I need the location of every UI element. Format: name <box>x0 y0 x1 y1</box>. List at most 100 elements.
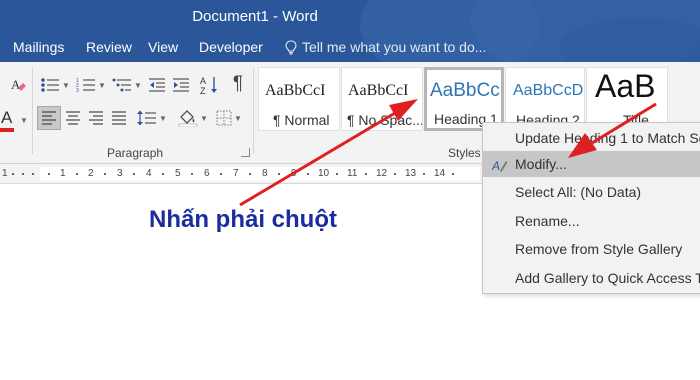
paragraph-group-label: Paragraph <box>107 146 164 160</box>
menu-item-update-heading[interactable]: Update Heading 1 to Match Se <box>483 125 700 151</box>
borders-button[interactable]: ▼ <box>212 106 246 130</box>
ruler-dot <box>162 173 164 175</box>
chevron-down-icon: ▼ <box>234 113 242 123</box>
increase-indent-icon <box>173 78 189 92</box>
align-left-button[interactable] <box>37 106 61 130</box>
ruler-dot <box>22 173 24 175</box>
decrease-indent-icon <box>149 78 165 92</box>
align-right-button[interactable] <box>85 106 107 130</box>
chevron-down-icon: ▼ <box>98 80 106 90</box>
svg-text:Z: Z <box>200 86 206 95</box>
group-separator <box>253 68 254 154</box>
font-color-bar <box>0 128 14 132</box>
align-left-icon <box>42 111 56 125</box>
increase-indent-button[interactable] <box>170 74 192 96</box>
lightbulb-icon <box>285 39 297 55</box>
menu-item-label: Update Heading 1 to Match Se <box>515 130 700 146</box>
menu-item-add-to-quick-access[interactable]: Add Gallery to Quick Access To <box>483 265 700 291</box>
ruler-dot <box>220 173 222 175</box>
style-normal[interactable]: AaBbCcI ¶ Normal <box>258 67 340 131</box>
ruler-dot <box>32 173 34 175</box>
chevron-down-icon: ▼ <box>159 113 167 123</box>
justify-icon <box>112 111 126 125</box>
ruler-number: 5 <box>175 168 181 179</box>
title-bar: Document1 - Word Mailings Review View De… <box>0 0 700 62</box>
menu-item-label: Rename... <box>515 213 580 229</box>
ruler-dot <box>133 173 135 175</box>
align-center-icon <box>66 111 80 125</box>
justify-button[interactable] <box>108 106 130 130</box>
ruler-dot <box>191 173 193 175</box>
ruler-text-area: 1 2 3 4 5 6 7 8 9 10 11 12 13 14 <box>40 167 480 181</box>
modify-style-icon: A <box>492 159 508 173</box>
svg-text:A: A <box>11 77 21 92</box>
ruler-dot <box>12 173 14 175</box>
chevron-down-icon: ▼ <box>62 80 70 90</box>
ruler-dot <box>307 173 309 175</box>
menu-item-label: Remove from Style Gallery <box>515 241 683 257</box>
ruler-number: 11 <box>347 168 358 179</box>
ruler-dot <box>423 173 425 175</box>
style-name: ¶ No Spac... <box>347 112 423 128</box>
menu-item-label: Select All: (No Data) <box>515 184 642 200</box>
sort-az-icon: AZ <box>200 76 217 95</box>
multilevel-list-icon <box>112 78 132 92</box>
ruler-number: 6 <box>204 168 210 179</box>
font-color-letter: A <box>1 108 13 127</box>
chevron-down-icon: ▼ <box>20 116 28 125</box>
ruler-number: 7 <box>233 168 239 179</box>
ruler-number: 1 <box>60 168 66 179</box>
ruler-dot <box>249 173 251 175</box>
menu-item-modify[interactable]: A Modify... <box>483 151 700 177</box>
line-spacing-icon <box>137 110 157 126</box>
ruler-dot <box>452 173 454 175</box>
ruler-dot <box>278 173 280 175</box>
paint-bucket-icon <box>178 110 198 127</box>
style-name: ¶ Normal <box>273 112 330 128</box>
chevron-down-icon: ▼ <box>134 80 142 90</box>
ruler-number: 4 <box>146 168 152 179</box>
tab-review[interactable]: Review <box>86 39 132 55</box>
style-context-menu: Update Heading 1 to Match Se A Modify...… <box>482 122 700 294</box>
font-color-button[interactable]: A ▼ <box>0 106 28 134</box>
group-separator <box>32 68 33 154</box>
bullets-button[interactable]: ▼ <box>38 74 72 96</box>
menu-item-remove-from-gallery[interactable]: Remove from Style Gallery <box>483 236 700 262</box>
ruler-dot <box>48 173 50 175</box>
multilevel-list-button[interactable]: ▼ <box>110 74 144 96</box>
styles-group-label: Styles <box>448 146 481 160</box>
window-title: Document1 - Word <box>192 8 318 25</box>
tab-developer[interactable]: Developer <box>199 39 263 55</box>
show-formatting-marks-button[interactable]: ¶ <box>226 72 250 96</box>
svg-text:A: A <box>492 159 500 173</box>
ruler-dot <box>76 173 78 175</box>
menu-item-select-all[interactable]: Select All: (No Data) <box>483 179 700 205</box>
borders-icon <box>216 110 232 126</box>
align-center-button[interactable] <box>62 106 84 130</box>
decrease-indent-button[interactable] <box>146 74 168 96</box>
numbered-list-icon: 123 <box>76 78 96 93</box>
sort-button[interactable]: AZ <box>197 74 221 96</box>
menu-item-rename[interactable]: Rename... <box>483 208 700 234</box>
ruler-number: 13 <box>405 168 417 179</box>
shading-button[interactable]: ▼ <box>176 106 210 130</box>
tab-view[interactable]: View <box>148 39 178 55</box>
tell-me-search[interactable]: Tell me what you want to do... <box>284 39 486 55</box>
ruler-number: 1 <box>2 168 8 179</box>
paragraph-dialog-launcher[interactable] <box>241 148 250 157</box>
ruler-number: 2 <box>88 168 94 179</box>
ruler-number: 9 <box>291 168 297 179</box>
ruler-dot <box>336 173 338 175</box>
eraser-icon: A <box>11 77 26 92</box>
bullet-list-icon <box>41 78 60 92</box>
numbering-button[interactable]: 123 ▼ <box>74 74 108 96</box>
ruler-dot <box>104 173 106 175</box>
style-sample: AaBbCc <box>430 80 500 101</box>
clear-formatting-button[interactable]: A <box>7 74 29 96</box>
style-no-spacing[interactable]: AaBbCcI ¶ No Spac... <box>341 67 423 131</box>
pilcrow-icon: ¶ <box>232 73 244 94</box>
style-sample: AaBbCcI <box>265 82 326 99</box>
tab-mailings[interactable]: Mailings <box>13 39 64 55</box>
line-spacing-button[interactable]: ▼ <box>135 106 169 130</box>
ruler-number: 8 <box>262 168 268 179</box>
